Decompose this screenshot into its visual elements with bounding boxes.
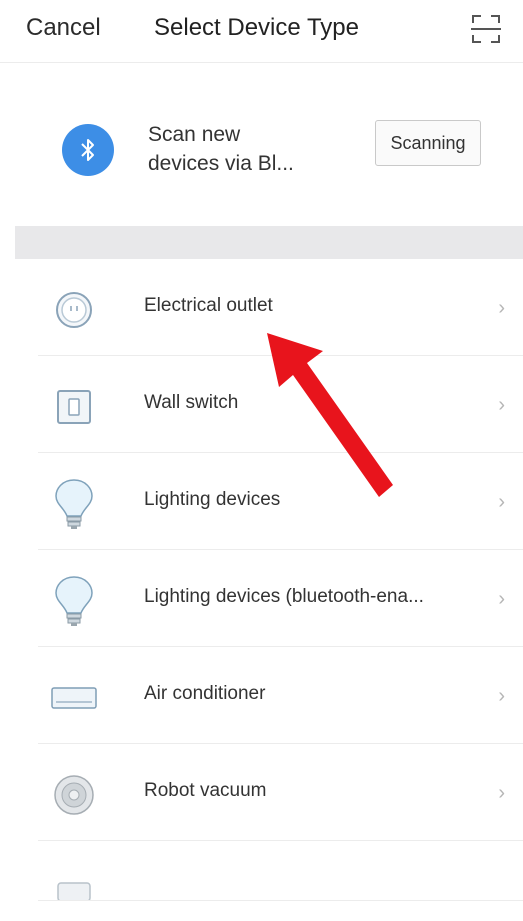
chevron-right-icon: › [498,685,505,707]
device-label: Robot vacuum [144,780,267,801]
device-icon [48,869,100,921]
robot-vacuum-icon [48,769,100,821]
wall-switch-icon [48,381,100,433]
device-row-robot-vacuum[interactable]: Robot vacuum › [0,744,523,841]
device-label: Lighting devices [144,489,281,510]
top-bar: Cancel Select Device Type [0,0,523,63]
device-row-lighting-bluetooth[interactable]: Lighting devices (bluetooth-ena... › [0,550,523,647]
bluetooth-scan-text: Scan new devices via Bl... [148,120,348,178]
bluetooth-icon [62,124,114,176]
device-row-electrical-outlet[interactable]: Electrical outlet › [0,259,523,356]
chevron-right-icon: › [498,297,505,319]
outlet-icon [48,284,100,336]
scan-qr-icon[interactable] [471,13,501,45]
device-row-lighting-devices[interactable]: Lighting devices › [0,453,523,550]
bluetooth-scan-line2: devices via Bl... [148,152,294,175]
page-title: Select Device Type [154,14,359,41]
device-label: Air conditioner [144,683,266,704]
device-type-list: Electrical outlet › Wall switch › Lighti… [0,259,523,902]
chevron-right-icon: › [498,588,505,610]
device-row-air-conditioner[interactable]: Air conditioner › [0,647,523,744]
device-label: Electrical outlet [144,295,273,316]
bluetooth-scan-line1: Scan new [148,123,241,146]
device-label: Wall switch [144,392,239,413]
device-label: Lighting devices (bluetooth-ena... [144,586,424,607]
section-divider [15,226,523,259]
bulb-icon [48,478,100,530]
air-conditioner-icon [48,672,100,724]
chevron-right-icon: › [498,491,505,513]
chevron-right-icon: › [498,782,505,804]
device-row-wall-switch[interactable]: Wall switch › [0,356,523,453]
bluetooth-scan-row: Scan new devices via Bl... Scanning [0,62,523,226]
bulb-icon [48,575,100,627]
device-row-partial[interactable] [0,841,523,902]
scanning-button[interactable]: Scanning [375,120,481,166]
chevron-right-icon: › [498,394,505,416]
cancel-button[interactable]: Cancel [26,14,101,42]
